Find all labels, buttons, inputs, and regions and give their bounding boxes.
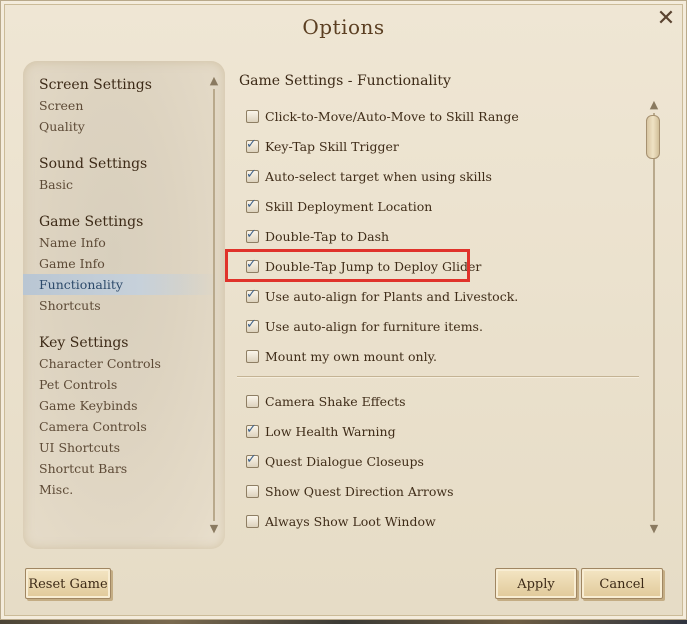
check-icon: ✓ [246, 421, 257, 437]
sidebar-item-shortcuts[interactable]: Shortcuts [39, 295, 219, 316]
sidebar-item-shortcut-bars[interactable]: Shortcut Bars [39, 458, 161, 479]
scroll-down-icon[interactable]: ▼ [647, 523, 661, 535]
checkbox[interactable]: ✓ [246, 286, 259, 303]
close-icon[interactable]: ✕ [654, 7, 678, 31]
checkbox[interactable] [246, 109, 259, 123]
reset-game-button[interactable]: Reset Game [25, 568, 111, 599]
apply-button[interactable]: Apply [495, 568, 577, 599]
scroll-track[interactable] [213, 89, 215, 521]
option-label: Camera Shake Effects [265, 393, 406, 409]
checkbox[interactable]: ✓ [246, 451, 259, 468]
option-auto-align-furniture[interactable]: ✓ Use auto-align for furniture items. [246, 316, 483, 336]
scroll-track[interactable] [653, 113, 655, 521]
checkbox[interactable]: ✓ [246, 136, 259, 153]
option-label: Use auto-align for Plants and Livestock. [265, 288, 519, 304]
sidebar-item-quality[interactable]: Quality [39, 116, 152, 137]
divider [237, 376, 639, 377]
option-skill-deployment-location[interactable]: ✓ Skill Deployment Location [246, 196, 432, 216]
sidebar-item-misc[interactable]: Misc. [39, 479, 161, 500]
options-scrollbar[interactable]: ▲ ▼ [646, 99, 661, 537]
sidebar-scrollbar[interactable]: ▲ ▼ [209, 75, 219, 537]
background-strip [0, 620, 687, 624]
sidebar-item-ui-shortcuts[interactable]: UI Shortcuts [39, 437, 161, 458]
option-label: Show Quest Direction Arrows [265, 483, 454, 499]
option-always-show-loot[interactable]: Always Show Loot Window [246, 511, 436, 531]
option-label: Low Health Warning [265, 423, 396, 439]
checkbox[interactable] [246, 514, 259, 528]
option-quest-dialogue-closeups[interactable]: ✓ Quest Dialogue Closeups [246, 451, 424, 471]
check-icon: ✓ [246, 196, 257, 212]
option-key-tap-skill-trigger[interactable]: ✓ Key-Tap Skill Trigger [246, 136, 399, 156]
sidebar-heading: Game Settings [39, 214, 144, 230]
option-label: Always Show Loot Window [265, 513, 436, 529]
sidebar-section-screen-settings: Screen Settings Screen Quality [39, 75, 152, 137]
option-label: Key-Tap Skill Trigger [265, 138, 399, 154]
window-title: Options [302, 15, 385, 39]
sidebar-section-key-settings: Key Settings Character Controls Pet Cont… [39, 333, 161, 500]
checkbox[interactable] [246, 484, 259, 498]
check-icon: ✓ [246, 451, 257, 467]
option-camera-shake[interactable]: Camera Shake Effects [246, 391, 406, 411]
sidebar-section-game-settings: Game Settings Name Info Game Info Functi… [23, 212, 219, 316]
option-label: Quest Dialogue Closeups [265, 453, 424, 469]
sidebar-heading: Screen Settings [39, 77, 152, 93]
sidebar-item-game-info[interactable]: Game Info [39, 253, 219, 274]
option-click-to-move[interactable]: Click-to-Move/Auto-Move to Skill Range [246, 106, 519, 126]
option-label: Auto-select target when using skills [265, 168, 492, 184]
sidebar-section-sound-settings: Sound Settings Basic [39, 154, 147, 195]
option-quest-direction-arrows[interactable]: Show Quest Direction Arrows [246, 481, 454, 501]
sidebar-heading: Sound Settings [39, 156, 148, 172]
checkbox[interactable] [246, 349, 259, 363]
cancel-button[interactable]: Cancel [581, 568, 663, 599]
option-double-tap-dash[interactable]: ✓ Double-Tap to Dash [246, 226, 389, 246]
sidebar-item-basic[interactable]: Basic [39, 174, 147, 195]
options-window: Options ✕ Screen Settings Screen Quality… [0, 0, 687, 620]
option-label: Use auto-align for furniture items. [265, 318, 483, 334]
option-auto-select-target[interactable]: ✓ Auto-select target when using skills [246, 166, 492, 186]
sidebar-item-camera-controls[interactable]: Camera Controls [39, 416, 161, 437]
panel-heading: Game Settings - Functionality [239, 73, 451, 89]
scroll-down-icon[interactable]: ▼ [207, 523, 221, 535]
sidebar-heading: Key Settings [39, 335, 129, 351]
check-icon: ✓ [246, 136, 257, 152]
option-label: Skill Deployment Location [265, 198, 433, 214]
sidebar-item-name-info[interactable]: Name Info [39, 232, 219, 253]
checkbox[interactable]: ✓ [246, 166, 259, 183]
option-label: Double-Tap to Dash [265, 228, 390, 244]
checkbox[interactable]: ✓ [246, 196, 259, 213]
sidebar-item-functionality[interactable]: Functionality [23, 274, 219, 295]
option-auto-align-plants[interactable]: ✓ Use auto-align for Plants and Livestoc… [246, 286, 518, 306]
scroll-up-icon[interactable]: ▲ [207, 75, 221, 87]
check-icon: ✓ [246, 166, 257, 182]
sidebar-item-pet-controls[interactable]: Pet Controls [39, 374, 161, 395]
checkbox[interactable]: ✓ [246, 316, 259, 333]
checkbox[interactable]: ✓ [246, 226, 259, 243]
checkbox[interactable]: ✓ [246, 421, 259, 438]
check-icon: ✓ [246, 286, 257, 302]
sidebar-item-character-controls[interactable]: Character Controls [39, 353, 161, 374]
option-mount-own-mount[interactable]: Mount my own mount only. [246, 346, 437, 366]
checkbox[interactable] [246, 394, 259, 408]
option-low-health-warning[interactable]: ✓ Low Health Warning [246, 421, 396, 441]
settings-sidebar: Screen Settings Screen Quality Sound Set… [23, 61, 225, 549]
check-icon: ✓ [246, 226, 257, 242]
sidebar-item-game-keybinds[interactable]: Game Keybinds [39, 395, 161, 416]
option-label: Click-to-Move/Auto-Move to Skill Range [265, 108, 519, 124]
highlight-box [225, 249, 470, 282]
scroll-thumb[interactable] [646, 115, 660, 159]
sidebar-item-screen[interactable]: Screen [39, 95, 152, 116]
option-label: Mount my own mount only. [265, 348, 437, 364]
scroll-up-icon[interactable]: ▲ [647, 99, 661, 111]
check-icon: ✓ [246, 316, 257, 332]
